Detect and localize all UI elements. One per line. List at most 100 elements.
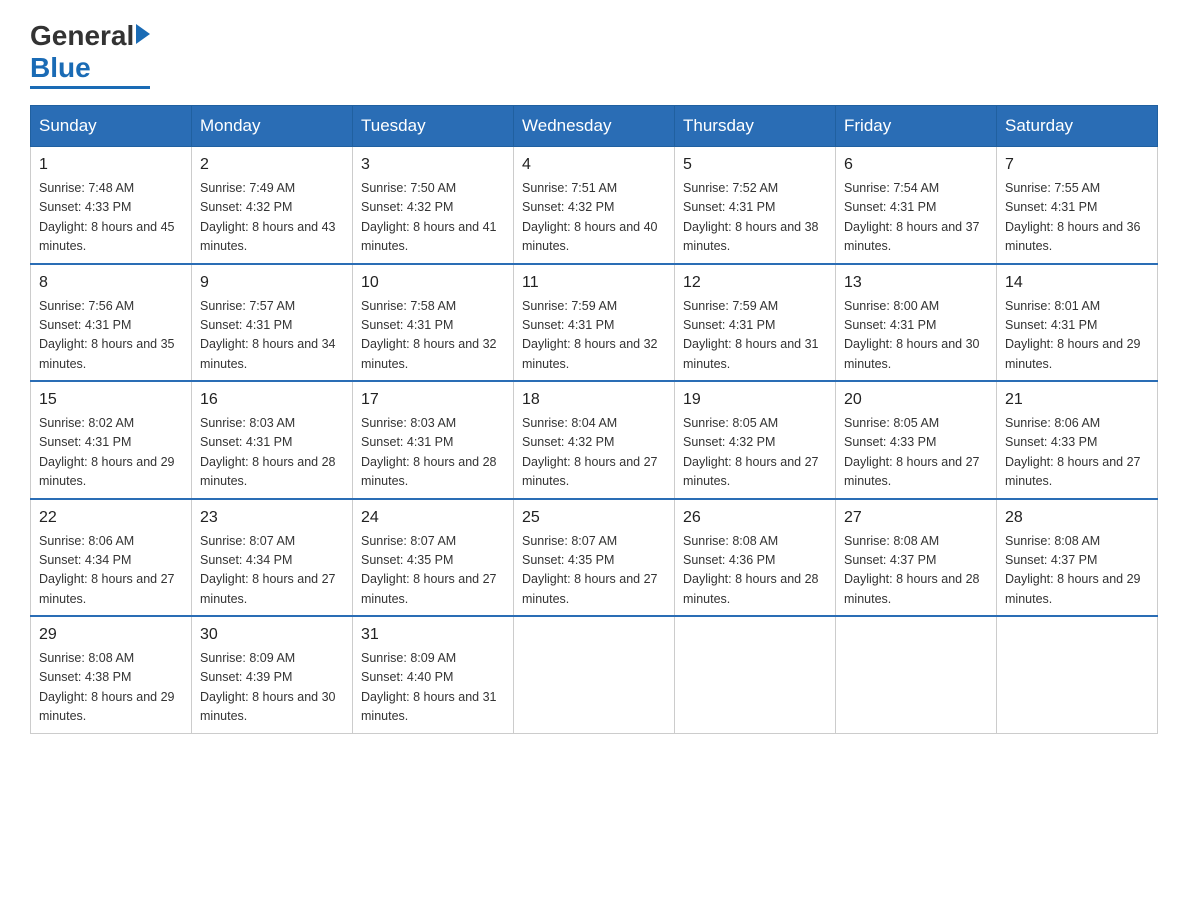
- day-info: Sunrise: 7:51 AMSunset: 4:32 PMDaylight:…: [522, 179, 666, 257]
- day-number: 6: [844, 153, 988, 177]
- day-info: Sunrise: 8:03 AMSunset: 4:31 PMDaylight:…: [361, 414, 505, 492]
- calendar-cell: 6Sunrise: 7:54 AMSunset: 4:31 PMDaylight…: [836, 147, 997, 264]
- day-info: Sunrise: 7:58 AMSunset: 4:31 PMDaylight:…: [361, 297, 505, 375]
- day-header-thursday: Thursday: [675, 106, 836, 147]
- calendar-cell: 11Sunrise: 7:59 AMSunset: 4:31 PMDayligh…: [514, 264, 675, 382]
- day-header-monday: Monday: [192, 106, 353, 147]
- calendar-cell: 23Sunrise: 8:07 AMSunset: 4:34 PMDayligh…: [192, 499, 353, 617]
- logo: General Blue: [30, 20, 150, 89]
- day-info: Sunrise: 8:03 AMSunset: 4:31 PMDaylight:…: [200, 414, 344, 492]
- day-info: Sunrise: 8:08 AMSunset: 4:36 PMDaylight:…: [683, 532, 827, 610]
- week-row-5: 29Sunrise: 8:08 AMSunset: 4:38 PMDayligh…: [31, 616, 1158, 733]
- days-header-row: SundayMondayTuesdayWednesdayThursdayFrid…: [31, 106, 1158, 147]
- day-info: Sunrise: 8:07 AMSunset: 4:35 PMDaylight:…: [361, 532, 505, 610]
- calendar-cell: 5Sunrise: 7:52 AMSunset: 4:31 PMDaylight…: [675, 147, 836, 264]
- day-number: 27: [844, 506, 988, 530]
- day-number: 30: [200, 623, 344, 647]
- day-info: Sunrise: 7:55 AMSunset: 4:31 PMDaylight:…: [1005, 179, 1149, 257]
- day-number: 4: [522, 153, 666, 177]
- day-info: Sunrise: 8:08 AMSunset: 4:37 PMDaylight:…: [1005, 532, 1149, 610]
- day-header-tuesday: Tuesday: [353, 106, 514, 147]
- day-info: Sunrise: 7:50 AMSunset: 4:32 PMDaylight:…: [361, 179, 505, 257]
- day-number: 16: [200, 388, 344, 412]
- day-number: 10: [361, 271, 505, 295]
- day-number: 20: [844, 388, 988, 412]
- day-info: Sunrise: 8:06 AMSunset: 4:33 PMDaylight:…: [1005, 414, 1149, 492]
- day-number: 13: [844, 271, 988, 295]
- day-number: 12: [683, 271, 827, 295]
- day-info: Sunrise: 7:54 AMSunset: 4:31 PMDaylight:…: [844, 179, 988, 257]
- day-header-saturday: Saturday: [997, 106, 1158, 147]
- calendar-cell: [514, 616, 675, 733]
- day-number: 18: [522, 388, 666, 412]
- calendar-table: SundayMondayTuesdayWednesdayThursdayFrid…: [30, 105, 1158, 734]
- week-row-4: 22Sunrise: 8:06 AMSunset: 4:34 PMDayligh…: [31, 499, 1158, 617]
- day-info: Sunrise: 8:07 AMSunset: 4:35 PMDaylight:…: [522, 532, 666, 610]
- day-number: 24: [361, 506, 505, 530]
- day-number: 2: [200, 153, 344, 177]
- day-number: 9: [200, 271, 344, 295]
- day-number: 7: [1005, 153, 1149, 177]
- day-info: Sunrise: 8:08 AMSunset: 4:37 PMDaylight:…: [844, 532, 988, 610]
- calendar-cell: 4Sunrise: 7:51 AMSunset: 4:32 PMDaylight…: [514, 147, 675, 264]
- day-info: Sunrise: 8:01 AMSunset: 4:31 PMDaylight:…: [1005, 297, 1149, 375]
- calendar-cell: [675, 616, 836, 733]
- day-number: 26: [683, 506, 827, 530]
- calendar-cell: 3Sunrise: 7:50 AMSunset: 4:32 PMDaylight…: [353, 147, 514, 264]
- day-number: 29: [39, 623, 183, 647]
- day-info: Sunrise: 8:05 AMSunset: 4:32 PMDaylight:…: [683, 414, 827, 492]
- day-number: 22: [39, 506, 183, 530]
- day-header-friday: Friday: [836, 106, 997, 147]
- day-info: Sunrise: 7:52 AMSunset: 4:31 PMDaylight:…: [683, 179, 827, 257]
- calendar-cell: 30Sunrise: 8:09 AMSunset: 4:39 PMDayligh…: [192, 616, 353, 733]
- day-info: Sunrise: 7:57 AMSunset: 4:31 PMDaylight:…: [200, 297, 344, 375]
- day-info: Sunrise: 8:06 AMSunset: 4:34 PMDaylight:…: [39, 532, 183, 610]
- logo-triangle-icon: [136, 24, 150, 44]
- calendar-cell: 20Sunrise: 8:05 AMSunset: 4:33 PMDayligh…: [836, 381, 997, 499]
- day-number: 25: [522, 506, 666, 530]
- calendar-cell: 7Sunrise: 7:55 AMSunset: 4:31 PMDaylight…: [997, 147, 1158, 264]
- day-info: Sunrise: 8:09 AMSunset: 4:39 PMDaylight:…: [200, 649, 344, 727]
- calendar-cell: 1Sunrise: 7:48 AMSunset: 4:33 PMDaylight…: [31, 147, 192, 264]
- day-number: 17: [361, 388, 505, 412]
- day-info: Sunrise: 7:59 AMSunset: 4:31 PMDaylight:…: [522, 297, 666, 375]
- day-info: Sunrise: 7:48 AMSunset: 4:33 PMDaylight:…: [39, 179, 183, 257]
- day-info: Sunrise: 7:59 AMSunset: 4:31 PMDaylight:…: [683, 297, 827, 375]
- day-info: Sunrise: 8:00 AMSunset: 4:31 PMDaylight:…: [844, 297, 988, 375]
- calendar-cell: 10Sunrise: 7:58 AMSunset: 4:31 PMDayligh…: [353, 264, 514, 382]
- calendar-cell: 15Sunrise: 8:02 AMSunset: 4:31 PMDayligh…: [31, 381, 192, 499]
- calendar-cell: [997, 616, 1158, 733]
- logo-general-text: General: [30, 20, 134, 52]
- day-number: 14: [1005, 271, 1149, 295]
- day-header-wednesday: Wednesday: [514, 106, 675, 147]
- day-info: Sunrise: 8:02 AMSunset: 4:31 PMDaylight:…: [39, 414, 183, 492]
- week-row-1: 1Sunrise: 7:48 AMSunset: 4:33 PMDaylight…: [31, 147, 1158, 264]
- header: General Blue: [30, 20, 1158, 89]
- calendar-cell: 22Sunrise: 8:06 AMSunset: 4:34 PMDayligh…: [31, 499, 192, 617]
- calendar-cell: 16Sunrise: 8:03 AMSunset: 4:31 PMDayligh…: [192, 381, 353, 499]
- week-row-2: 8Sunrise: 7:56 AMSunset: 4:31 PMDaylight…: [31, 264, 1158, 382]
- day-number: 8: [39, 271, 183, 295]
- day-info: Sunrise: 8:07 AMSunset: 4:34 PMDaylight:…: [200, 532, 344, 610]
- calendar-cell: 31Sunrise: 8:09 AMSunset: 4:40 PMDayligh…: [353, 616, 514, 733]
- calendar-cell: 9Sunrise: 7:57 AMSunset: 4:31 PMDaylight…: [192, 264, 353, 382]
- day-number: 3: [361, 153, 505, 177]
- logo-blue-text: Blue: [30, 52, 91, 83]
- calendar-cell: 26Sunrise: 8:08 AMSunset: 4:36 PMDayligh…: [675, 499, 836, 617]
- day-number: 23: [200, 506, 344, 530]
- day-number: 1: [39, 153, 183, 177]
- day-number: 31: [361, 623, 505, 647]
- calendar-cell: 28Sunrise: 8:08 AMSunset: 4:37 PMDayligh…: [997, 499, 1158, 617]
- day-info: Sunrise: 8:08 AMSunset: 4:38 PMDaylight:…: [39, 649, 183, 727]
- day-number: 11: [522, 271, 666, 295]
- week-row-3: 15Sunrise: 8:02 AMSunset: 4:31 PMDayligh…: [31, 381, 1158, 499]
- calendar-cell: 12Sunrise: 7:59 AMSunset: 4:31 PMDayligh…: [675, 264, 836, 382]
- day-number: 19: [683, 388, 827, 412]
- calendar-cell: 18Sunrise: 8:04 AMSunset: 4:32 PMDayligh…: [514, 381, 675, 499]
- day-number: 21: [1005, 388, 1149, 412]
- calendar-cell: [836, 616, 997, 733]
- day-info: Sunrise: 8:09 AMSunset: 4:40 PMDaylight:…: [361, 649, 505, 727]
- day-info: Sunrise: 7:49 AMSunset: 4:32 PMDaylight:…: [200, 179, 344, 257]
- calendar-cell: 2Sunrise: 7:49 AMSunset: 4:32 PMDaylight…: [192, 147, 353, 264]
- day-header-sunday: Sunday: [31, 106, 192, 147]
